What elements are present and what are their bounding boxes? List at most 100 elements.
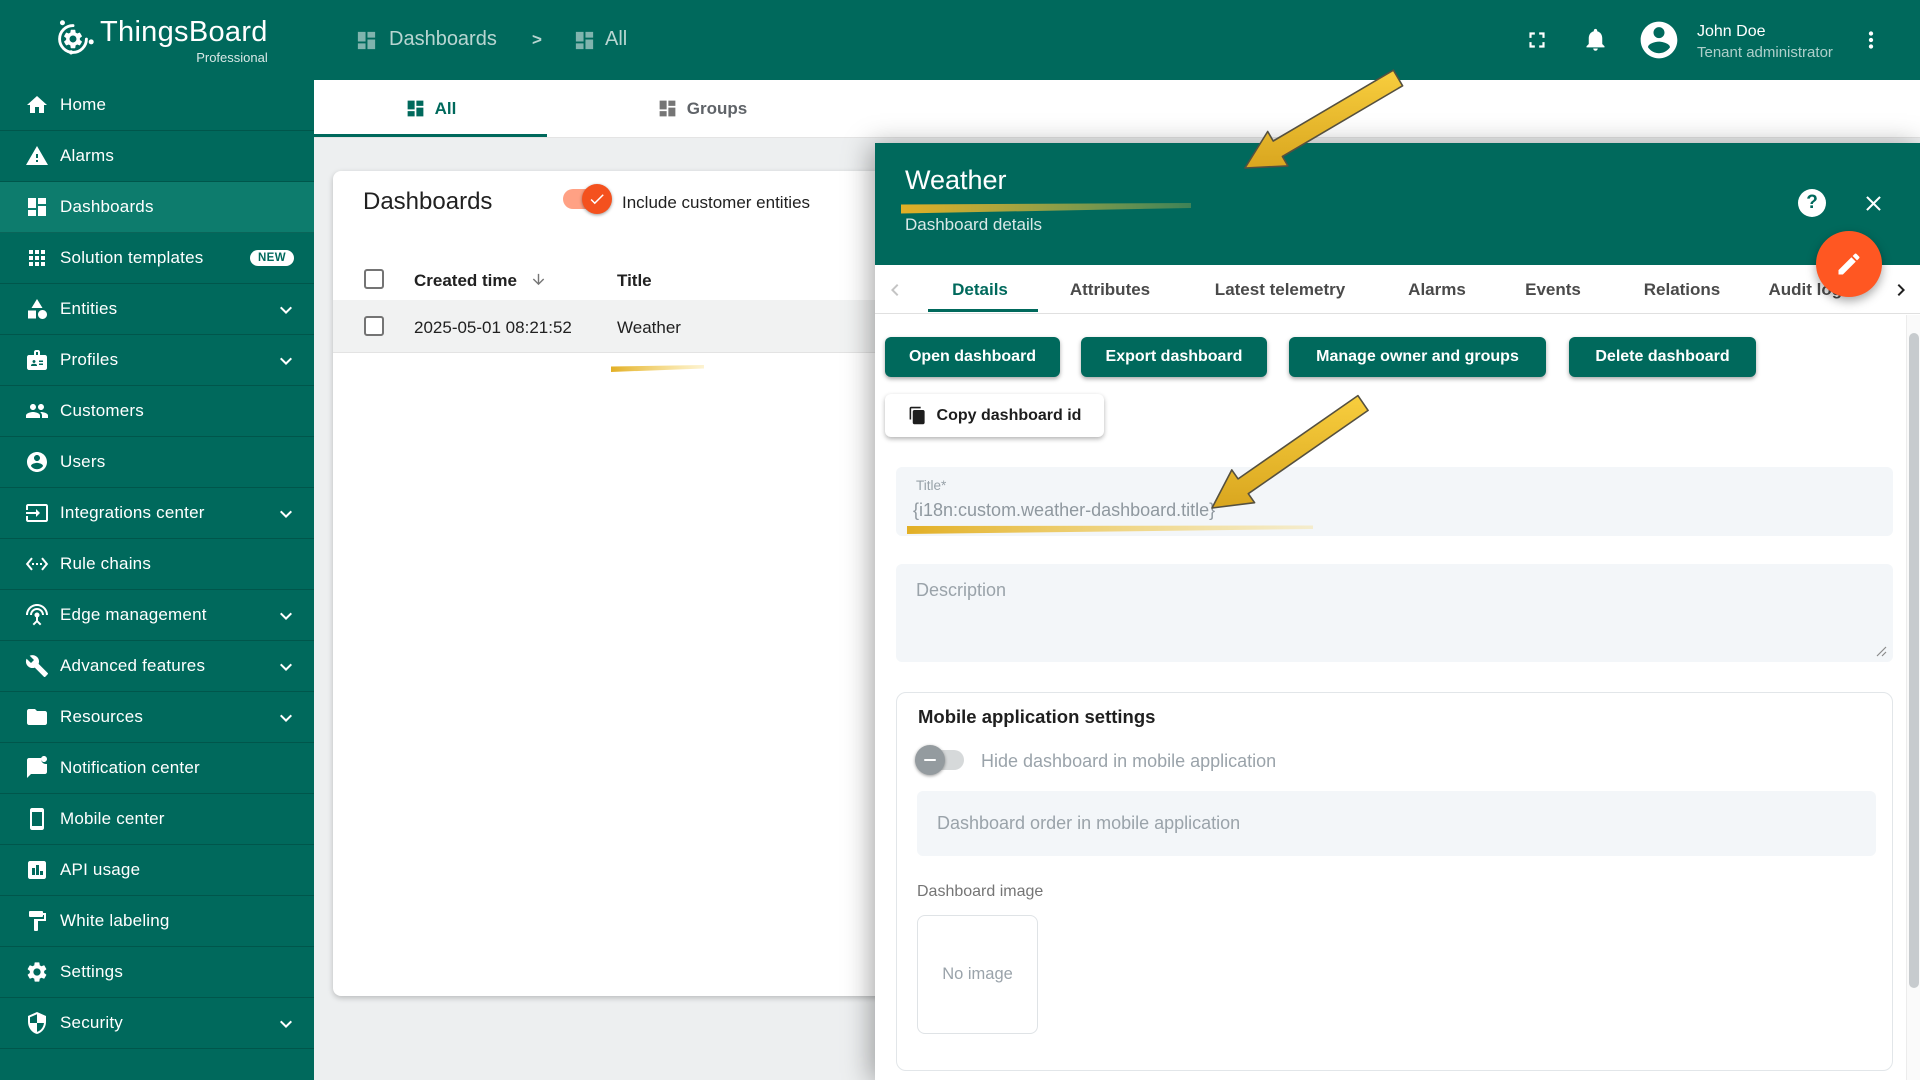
- open-dashboard-button[interactable]: Open dashboard: [885, 337, 1060, 377]
- fullscreen-button[interactable]: [1524, 27, 1550, 53]
- sidebar-item-integrations-center[interactable]: Integrations center: [0, 488, 314, 539]
- sidebar-item-mobile-center[interactable]: Mobile center: [0, 794, 314, 845]
- export-dashboard-button[interactable]: Export dashboard: [1081, 337, 1267, 377]
- row-checkbox[interactable]: [364, 316, 384, 336]
- tab-details[interactable]: Details: [952, 265, 1008, 314]
- sidebar-item-api-usage[interactable]: API usage: [0, 845, 314, 896]
- mobile-application-settings-card: Mobile application settings Hide dashboa…: [896, 692, 1893, 1071]
- minus-icon: [924, 759, 936, 762]
- sidebar-item-alarms[interactable]: Alarms: [0, 131, 314, 182]
- entity-group-tabbar: All Groups: [314, 80, 1920, 138]
- tab-latest-telemetry[interactable]: Latest telemetry: [1215, 265, 1345, 314]
- breadcrumb-all[interactable]: All: [605, 28, 627, 51]
- sidebar-item-settings[interactable]: Settings: [0, 947, 314, 998]
- sidebar-item-solution-templates[interactable]: Solution templatesNEW: [0, 233, 314, 284]
- select-all-checkbox[interactable]: [364, 269, 384, 289]
- dashboard-group-icon: [657, 98, 678, 119]
- details-tabbar: Details Attributes Latest telemetry Alar…: [875, 265, 1920, 314]
- chevron-down-icon: [274, 502, 298, 526]
- help-icon[interactable]: ?: [1798, 189, 1826, 217]
- sidebar-item-resources[interactable]: Resources: [0, 692, 314, 743]
- more-vert-menu-button[interactable]: [1858, 27, 1884, 53]
- close-icon[interactable]: [1861, 191, 1886, 216]
- panel-subtitle: Dashboard details: [905, 215, 1042, 235]
- tab-groups[interactable]: Groups: [547, 80, 857, 137]
- notification-chat-icon: [25, 756, 49, 780]
- avatar[interactable]: [1637, 18, 1681, 62]
- edit-fab-button[interactable]: [1816, 231, 1882, 297]
- cell-title[interactable]: Weather: [617, 318, 681, 338]
- chevron-down-icon: [274, 1012, 298, 1036]
- user-name: John Doe: [1697, 23, 1766, 41]
- chevron-down-icon: [274, 349, 298, 373]
- panel-scrollbar-thumb[interactable]: [1909, 333, 1919, 988]
- description-field[interactable]: [896, 564, 1893, 662]
- sidebar-item-white-labeling[interactable]: White labeling: [0, 896, 314, 947]
- dashboard-order-input[interactable]: [917, 791, 1876, 856]
- chevron-down-icon: [274, 706, 298, 730]
- integration-input-icon: [25, 501, 49, 525]
- entities-shapes-icon: [25, 297, 49, 321]
- chart-box-icon: [25, 858, 49, 882]
- breadcrumb-dashboards[interactable]: Dashboards: [389, 28, 497, 51]
- resize-handle-icon[interactable]: [1876, 646, 1887, 657]
- sidebar-item-notification-center[interactable]: Notification center: [0, 743, 314, 794]
- description-textarea[interactable]: [896, 564, 1893, 662]
- sidebar-item-security[interactable]: Security: [0, 998, 314, 1049]
- tab-events[interactable]: Events: [1525, 265, 1581, 314]
- folder-icon: [25, 705, 49, 729]
- chevron-down-icon: [274, 298, 298, 322]
- sidebar-item-profiles[interactable]: Profiles: [0, 335, 314, 386]
- thingsboard-logo-icon: [50, 16, 96, 67]
- sidebar-item-advanced-features[interactable]: Advanced features: [0, 641, 314, 692]
- home-icon: [25, 93, 49, 117]
- column-header-title[interactable]: Title: [617, 271, 652, 291]
- new-badge: NEW: [250, 250, 294, 266]
- dashboard-group-icon: [573, 29, 596, 52]
- sidebar-item-entities[interactable]: Entities: [0, 284, 314, 335]
- logo-title: ThingsBoard: [100, 16, 268, 49]
- table-title: Dashboards: [363, 188, 492, 216]
- sidebar-item-home[interactable]: Home: [0, 80, 314, 131]
- copy-dashboard-id-button[interactable]: Copy dashboard id: [885, 394, 1104, 437]
- dashboard-order-field[interactable]: [917, 791, 1876, 856]
- copy-icon: [908, 406, 927, 425]
- tab-alarms[interactable]: Alarms: [1408, 265, 1466, 314]
- active-tab-indicator: [314, 134, 547, 137]
- logo-subtitle: Professional: [100, 50, 268, 65]
- user-role: Tenant administrator: [1697, 44, 1833, 61]
- tab-attributes[interactable]: Attributes: [1070, 265, 1150, 314]
- delete-dashboard-button[interactable]: Delete dashboard: [1569, 337, 1756, 377]
- mobile-settings-heading: Mobile application settings: [918, 706, 1155, 728]
- logo[interactable]: ThingsBoard Professional: [100, 16, 268, 65]
- column-header-created-time[interactable]: Created time: [414, 271, 517, 291]
- title-field[interactable]: Title* {i18n:custom.weather-dashboard.ti…: [896, 467, 1893, 536]
- sort-arrow-down-icon[interactable]: [530, 271, 547, 288]
- tab-all[interactable]: All: [314, 80, 547, 137]
- dashboards-icon: [355, 29, 378, 52]
- alarm-warning-icon: [25, 144, 49, 168]
- sidebar-item-customers[interactable]: Customers: [0, 386, 314, 437]
- hide-dashboard-toggle[interactable]: [918, 745, 964, 775]
- sidebar-item-dashboards[interactable]: Dashboards: [0, 182, 314, 233]
- sidebar-item-rule-chains[interactable]: Rule chains: [0, 539, 314, 590]
- shield-icon: [25, 1011, 49, 1035]
- notifications-bell-button[interactable]: [1582, 26, 1609, 53]
- no-image-placeholder[interactable]: No image: [917, 915, 1038, 1034]
- sidebar-item-edge-management[interactable]: Edge management: [0, 590, 314, 641]
- details-active-tab-indicator: [928, 309, 1038, 312]
- hide-dashboard-toggle-label: Hide dashboard in mobile application: [981, 751, 1276, 772]
- dashboard-image-label: Dashboard image: [917, 883, 1043, 901]
- sidebar-item-users[interactable]: Users: [0, 437, 314, 488]
- tab-scroll-right-icon[interactable]: [1889, 278, 1913, 302]
- tab-relations[interactable]: Relations: [1644, 265, 1721, 314]
- sidebar-nav: Home Alarms Dashboards Solution template…: [0, 80, 314, 1080]
- panel-scrollbar-track[interactable]: [1906, 315, 1920, 1080]
- gear-icon: [25, 960, 49, 984]
- tab-scroll-left-icon[interactable]: [883, 278, 907, 302]
- paint-icon: [25, 909, 49, 933]
- check-icon: [588, 190, 606, 208]
- manage-owner-groups-button[interactable]: Manage owner and groups: [1289, 337, 1546, 377]
- include-customer-entities-toggle[interactable]: [563, 184, 609, 214]
- rule-chain-icon: [25, 552, 49, 576]
